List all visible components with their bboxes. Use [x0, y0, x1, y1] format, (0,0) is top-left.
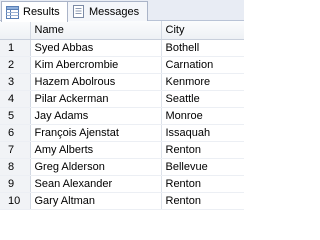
row-number[interactable]: 5	[0, 107, 31, 125]
row-number[interactable]: 9	[0, 175, 31, 193]
cell-name[interactable]: Greg Alderson	[30, 158, 162, 176]
tab-results[interactable]: Results	[1, 1, 68, 22]
cell-city[interactable]: Renton	[161, 141, 244, 159]
cell-name[interactable]: Gary Altman	[30, 192, 162, 210]
cell-name[interactable]: Kim Abercrombie	[30, 56, 162, 74]
cell-city[interactable]: Bellevue	[161, 158, 244, 176]
table-row[interactable]: 5 Jay Adams Monroe	[0, 107, 244, 125]
corner-header[interactable]	[0, 21, 31, 40]
row-number[interactable]: 4	[0, 90, 31, 108]
tab-messages[interactable]: Messages	[68, 1, 148, 21]
column-header-name[interactable]: Name	[30, 21, 162, 40]
row-number[interactable]: 3	[0, 73, 31, 91]
table-row[interactable]: 6 François Ajenstat Issaquah	[0, 124, 244, 142]
cell-name[interactable]: Syed Abbas	[30, 39, 162, 57]
table-row[interactable]: 7 Amy Alberts Renton	[0, 141, 244, 159]
tab-messages-label: Messages	[89, 5, 140, 18]
results-table: Name City 1 Syed Abbas Bothell 2 Kim Abe…	[0, 21, 244, 210]
cell-city[interactable]: Kenmore	[161, 73, 244, 91]
row-number[interactable]: 8	[0, 158, 31, 176]
row-number[interactable]: 10	[0, 192, 31, 210]
column-header-city[interactable]: City	[161, 21, 244, 40]
table-row[interactable]: 9 Sean Alexander Renton	[0, 175, 244, 193]
table-row[interactable]: 2 Kim Abercrombie Carnation	[0, 56, 244, 74]
cell-city[interactable]: Bothell	[161, 39, 244, 57]
cell-name[interactable]: Sean Alexander	[30, 175, 162, 193]
grid-results-icon	[6, 5, 19, 19]
tab-results-label: Results	[23, 6, 60, 18]
cell-name[interactable]: Pilar Ackerman	[30, 90, 162, 108]
messages-icon	[73, 5, 84, 18]
cell-name[interactable]: Jay Adams	[30, 107, 162, 125]
cell-city[interactable]: Renton	[161, 175, 244, 193]
table-row[interactable]: 4 Pilar Ackerman Seattle	[0, 90, 244, 108]
cell-city[interactable]: Carnation	[161, 56, 244, 74]
table-row[interactable]: 3 Hazem Abolrous Kenmore	[0, 73, 244, 91]
cell-city[interactable]: Seattle	[161, 90, 244, 108]
cell-city[interactable]: Renton	[161, 192, 244, 210]
table-row[interactable]: 8 Greg Alderson Bellevue	[0, 158, 244, 176]
row-number[interactable]: 1	[0, 39, 31, 57]
header-row: Name City	[0, 21, 244, 40]
row-number[interactable]: 6	[0, 124, 31, 142]
cell-name[interactable]: Hazem Abolrous	[30, 73, 162, 91]
table-row[interactable]: 1 Syed Abbas Bothell	[0, 39, 244, 57]
row-number[interactable]: 7	[0, 141, 31, 159]
cell-city[interactable]: Issaquah	[161, 124, 244, 142]
cell-name[interactable]: François Ajenstat	[30, 124, 162, 142]
results-grid[interactable]: Name City 1 Syed Abbas Bothell 2 Kim Abe…	[0, 21, 244, 223]
table-row[interactable]: 10 Gary Altman Renton	[0, 192, 244, 210]
row-number[interactable]: 2	[0, 56, 31, 74]
cell-city[interactable]: Monroe	[161, 107, 244, 125]
cell-name[interactable]: Amy Alberts	[30, 141, 162, 159]
results-tab-bar: Results Messages	[0, 0, 244, 22]
